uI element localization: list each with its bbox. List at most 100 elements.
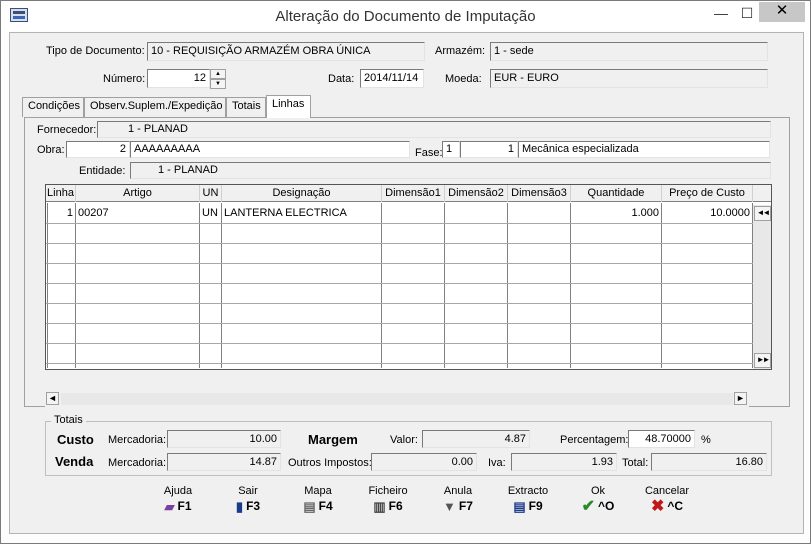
- file-key: F6: [388, 499, 403, 513]
- total-field[interactable]: 16.80: [651, 453, 767, 471]
- cell-artigo[interactable]: 00207: [76, 204, 198, 223]
- cancel-document-button[interactable]: Anula ▼ F7: [433, 485, 483, 515]
- col-header-preco-custo[interactable]: Preço de Custo: [662, 185, 753, 202]
- fornecedor-label: Fornecedor:: [37, 124, 97, 136]
- venda-mercadoria-field[interactable]: 14.87: [167, 453, 281, 471]
- tab-linhas[interactable]: Linhas: [266, 95, 311, 118]
- help-button[interactable]: Ajuda ▰ F1: [153, 485, 203, 515]
- grid-line: [46, 363, 753, 364]
- scroll-up-icon[interactable]: ◄◄: [754, 206, 771, 221]
- map-key: F4: [318, 499, 333, 513]
- grid-line: [46, 223, 753, 224]
- fase-code2-field[interactable]: 1: [460, 141, 518, 158]
- exit-button-label: Sair: [238, 485, 258, 497]
- grid-vertical-scrollbar[interactable]: [753, 205, 771, 369]
- map-button-label: Mapa: [304, 485, 332, 497]
- maximize-button[interactable]: ☐: [732, 3, 762, 25]
- valor-field[interactable]: 4.87: [422, 430, 530, 448]
- outros-impostos-field[interactable]: 0.00: [371, 453, 477, 471]
- close-button[interactable]: ✕: [759, 2, 805, 22]
- totals-legend: Totais: [51, 414, 86, 426]
- moeda-field[interactable]: EUR - EURO: [490, 69, 768, 88]
- trash-icon: ▼: [443, 499, 456, 515]
- scroll-right-icon[interactable]: ►: [734, 392, 747, 405]
- map-button[interactable]: Mapa ▤ F4: [293, 485, 343, 515]
- tab-condicoes[interactable]: Condições: [22, 97, 84, 117]
- percentagem-label: Percentagem:: [560, 434, 629, 446]
- tipo-documento-field[interactable]: 10 - REQUISIÇÃO ARMAZÉM OBRA ÚNICA: [147, 42, 425, 61]
- exit-button[interactable]: Sair ▮ F3: [223, 485, 273, 515]
- scroll-track[interactable]: [61, 393, 733, 405]
- exit-key: F3: [246, 499, 261, 513]
- entidade-field[interactable]: 1 - PLANAD: [130, 162, 771, 179]
- extract-button-label: Extracto: [507, 485, 549, 497]
- cancel-key: ^C: [667, 499, 684, 513]
- fase-label: Fase:: [415, 147, 443, 159]
- document-icon: ▤: [513, 499, 526, 515]
- col-header-un[interactable]: UN: [200, 185, 222, 202]
- obra-code-field[interactable]: 2: [66, 141, 130, 158]
- entidade-label: Entidade:: [79, 165, 126, 177]
- cancel-button[interactable]: Cancelar ✖ ^C: [642, 485, 692, 515]
- title-bar[interactable]: Alteração do Documento de Imputação — ☐ …: [1, 1, 810, 31]
- custo-mercadoria-field[interactable]: 10.00: [167, 430, 281, 448]
- fase-code1-field[interactable]: 1: [442, 141, 460, 158]
- cross-icon: ✖: [650, 498, 665, 516]
- lines-grid[interactable]: Linha Artigo UN Designação Dimensão1 Dim…: [45, 184, 772, 370]
- cancel-document-button-label: Anula: [443, 485, 473, 497]
- numero-spinner[interactable]: ▲ ▼: [210, 69, 226, 89]
- window-title: Alteração do Documento de Imputação: [275, 8, 536, 25]
- extract-button[interactable]: Extracto ▤ F9: [503, 485, 553, 515]
- percentagem-field[interactable]: 48.70000: [628, 430, 695, 448]
- printer-icon: ▤: [303, 499, 316, 515]
- ok-button[interactable]: Ok ✔ ^O: [573, 485, 623, 515]
- cell-un[interactable]: UN: [200, 204, 221, 223]
- spin-down-icon[interactable]: ▼: [210, 79, 226, 89]
- col-header-quantidade[interactable]: Quantidade: [571, 185, 662, 202]
- armazem-label: Armazém:: [435, 45, 486, 57]
- cell-dimensao3[interactable]: [508, 204, 570, 223]
- tab-totais[interactable]: Totais: [226, 97, 266, 117]
- tipo-documento-label: Tipo de Documento:: [46, 45, 145, 57]
- fase-name-field[interactable]: Mecânica especializada: [518, 141, 770, 158]
- col-header-artigo[interactable]: Artigo: [76, 185, 200, 202]
- iva-field[interactable]: 1.93: [511, 453, 617, 471]
- cell-dimensao2[interactable]: [445, 204, 507, 223]
- grid-header: Linha Artigo UN Designação Dimensão1 Dim…: [46, 185, 771, 202]
- venda-label: Venda: [55, 454, 94, 469]
- col-header-dimensao3[interactable]: Dimensão3: [508, 185, 571, 202]
- grid-horizontal-scrollbar[interactable]: [45, 391, 749, 407]
- armazem-field[interactable]: 1 - sede: [490, 42, 768, 61]
- scroll-down-icon[interactable]: ►►: [754, 353, 771, 368]
- file-button[interactable]: Ficheiro ▥ F6: [363, 485, 413, 515]
- grid-line: [46, 243, 753, 244]
- col-header-linha[interactable]: Linha: [46, 185, 76, 202]
- fornecedor-field[interactable]: 1 - PLANAD: [97, 121, 771, 138]
- obra-name-field[interactable]: AAAAAAAAA: [130, 141, 410, 158]
- col-header-dimensao1[interactable]: Dimensão1: [382, 185, 445, 202]
- help-button-label: Ajuda: [163, 485, 193, 497]
- venda-mercadoria-label: Mercadoria:: [108, 457, 167, 469]
- cell-designacao[interactable]: LANTERNA ELECTRICA: [222, 204, 381, 223]
- scroll-left-icon[interactable]: ◄: [46, 392, 59, 405]
- valor-label: Valor:: [390, 434, 418, 446]
- iva-label: Iva:: [488, 457, 506, 469]
- cell-preco-custo[interactable]: 10.0000: [662, 204, 752, 223]
- cell-quantidade[interactable]: 1.000: [571, 204, 661, 223]
- numero-input[interactable]: 12: [147, 69, 210, 88]
- grid-line: [46, 263, 753, 264]
- spin-up-icon[interactable]: ▲: [210, 69, 226, 79]
- grid-line: [46, 343, 753, 344]
- ok-button-label: Ok: [590, 485, 606, 497]
- col-header-designacao[interactable]: Designação: [222, 185, 382, 202]
- moeda-label: Moeda:: [445, 73, 482, 85]
- tab-observ-suplem-expedicao[interactable]: Observ.Suplem./Expedição: [84, 97, 226, 117]
- grid-line: [46, 323, 753, 324]
- cell-dimensao1[interactable]: [382, 204, 444, 223]
- percent-sign: %: [701, 434, 711, 446]
- col-header-dimensao2[interactable]: Dimensão2: [445, 185, 508, 202]
- grid-line: [46, 283, 753, 284]
- margem-label: Margem: [308, 432, 358, 447]
- cell-linha[interactable]: 1: [48, 204, 75, 223]
- data-input[interactable]: 2014/11/14: [360, 69, 424, 88]
